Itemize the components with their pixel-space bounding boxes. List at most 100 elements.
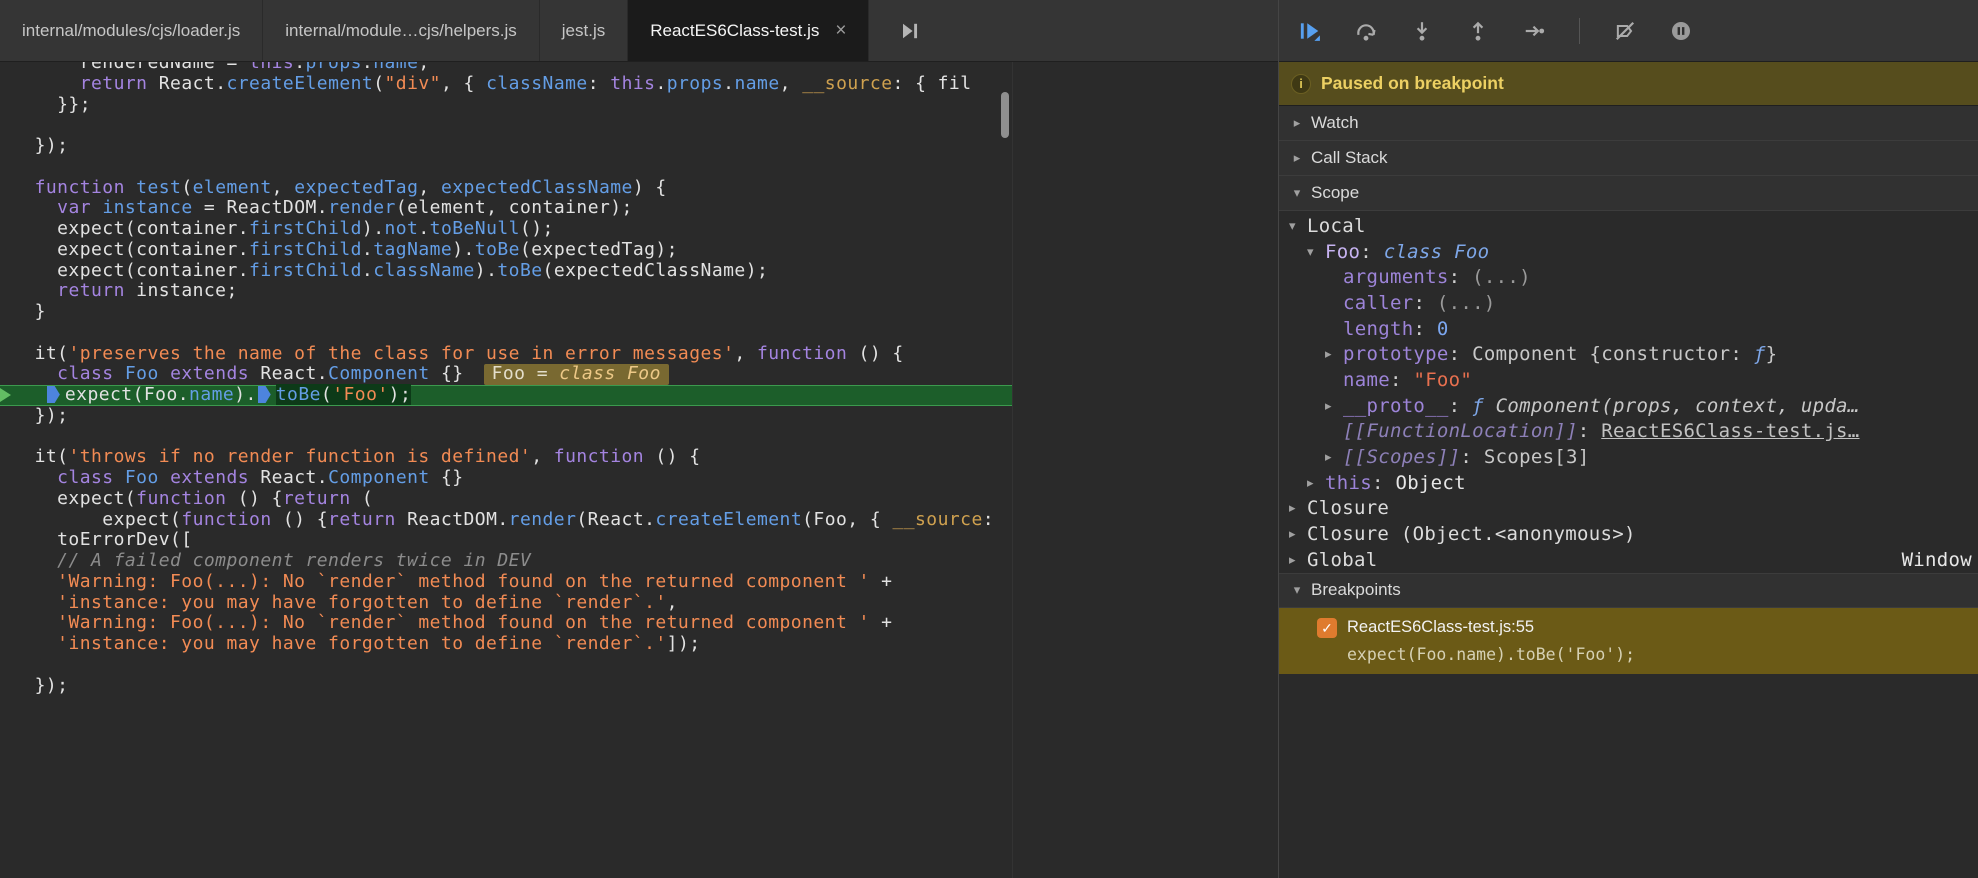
tab-label: internal/module…cjs/helpers.js	[285, 20, 517, 40]
code-line[interactable]: it('preserves the name of the class for …	[0, 343, 1012, 365]
code-line[interactable]	[0, 115, 1012, 136]
tab-jest-js[interactable]: jest.js	[540, 0, 629, 61]
code-line[interactable]: class Foo extends React.Component {}	[0, 467, 1012, 489]
disclosure-triangle-icon[interactable]: ▸	[1289, 500, 1307, 516]
disclosure-triangle-icon[interactable]: ▸	[1307, 475, 1325, 491]
section-watch[interactable]: ▸ Watch	[1279, 106, 1978, 141]
scope-tree-row[interactable]: length: 0	[1279, 316, 1978, 342]
code-line[interactable]	[0, 157, 1012, 178]
scope-tree-row[interactable]: ▸ [[Scopes]]: Scopes[3]	[1279, 444, 1978, 470]
code-line[interactable]: function test(element, expectedTag, expe…	[0, 177, 1012, 199]
scope-row-text: this: Object	[1325, 471, 1466, 494]
continue-to-here-marker-icon[interactable]	[257, 386, 271, 403]
resume-icon[interactable]	[1299, 20, 1321, 42]
paused-banner: i Paused on breakpoint	[1279, 62, 1978, 106]
code-line[interactable]: toErrorDev([	[0, 529, 1012, 551]
disclosure-triangle-icon[interactable]: ▸	[1325, 398, 1343, 414]
scope-tree-row[interactable]: ▸ Closure (Object.<anonymous>)	[1279, 521, 1978, 547]
editor-scrollbar-thumb[interactable]	[1001, 92, 1009, 138]
step-out-icon[interactable]	[1467, 20, 1489, 42]
scope-tree-row[interactable]: ▸ Global Window	[1279, 547, 1978, 573]
disclosure-triangle-icon[interactable]: ▾	[1289, 185, 1305, 201]
code-line[interactable]: 'Warning: Foo(...): No `render` method f…	[0, 571, 1012, 593]
scope-tree-row[interactable]: arguments: (...)	[1279, 264, 1978, 290]
scope-tree-row[interactable]: caller: (...)	[1279, 290, 1978, 316]
step-into-icon[interactable]	[1411, 20, 1433, 42]
source-link[interactable]: ReactES6Class-test.js…	[1601, 420, 1859, 442]
disclosure-triangle-icon[interactable]: ▸	[1289, 115, 1305, 131]
scope-tree-row[interactable]: ▸ prototype: Component {constructor: ƒ}	[1279, 341, 1978, 367]
scope-tree-row[interactable]: ▸ Closure	[1279, 496, 1978, 522]
tab-label: ReactES6Class-test.js	[650, 20, 820, 40]
code-line[interactable]: expect(container.firstChild.className).t…	[0, 260, 1012, 282]
code-line[interactable]: 'instance: you may have forgotten to def…	[0, 633, 1012, 655]
paused-banner-text: Paused on breakpoint	[1321, 73, 1504, 93]
scope-tree-row[interactable]: ▾ Local	[1279, 213, 1978, 239]
code-line[interactable]: }};	[0, 94, 1012, 116]
close-icon[interactable]: ×	[835, 20, 846, 42]
scope-tree-row[interactable]: name: "Foo"	[1279, 367, 1978, 393]
tab-label: jest.js	[561, 20, 606, 40]
code-line[interactable]: expect(function () {return ReactDOM.rend…	[0, 509, 1012, 531]
code-line[interactable]: 'instance: you may have forgotten to def…	[0, 592, 1012, 614]
source-editor[interactable]: renderedName = this.props.name; return R…	[0, 62, 1012, 878]
deactivate-breakpoints-icon[interactable]	[1614, 20, 1636, 42]
code-line[interactable]: expect(function () {return (	[0, 488, 1012, 510]
disclosure-triangle-icon[interactable]: ▸	[1325, 346, 1343, 362]
code-line[interactable]: });	[0, 135, 1012, 157]
code-line[interactable]: });	[0, 405, 1012, 427]
code-line[interactable]: // A failed component renders twice in D…	[0, 550, 1012, 572]
code-line[interactable]	[0, 655, 1012, 676]
breakpoint-entry[interactable]: ✓ ReactES6Class-test.js:55 expect(Foo.na…	[1279, 607, 1978, 674]
code-line[interactable]	[0, 323, 1012, 344]
code-line[interactable]: class Foo extends React.Component {} Foo …	[0, 363, 1012, 385]
tab-internal-module-cjs-helpers-js[interactable]: internal/module…cjs/helpers.js	[263, 0, 540, 61]
code-line[interactable]: return instance;	[0, 280, 1012, 302]
scope-tree-row[interactable]: ▸ __proto__: ƒ Component(props, context, …	[1279, 393, 1978, 419]
step-over-icon[interactable]	[1355, 20, 1377, 42]
scope-row-text: Global	[1307, 548, 1378, 571]
disclosure-triangle-icon[interactable]: ▸	[1289, 552, 1307, 568]
code-line[interactable]: it('throws if no render function is defi…	[0, 446, 1012, 468]
code-line[interactable]	[0, 427, 1012, 448]
code-line[interactable]: return React.createElement("div", { clas…	[0, 73, 1012, 95]
code-line[interactable]: var instance = ReactDOM.render(element, …	[0, 197, 1012, 219]
code-line[interactable]: });	[0, 675, 1012, 697]
code-line[interactable]: }	[0, 301, 1012, 323]
disclosure-triangle-icon[interactable]: ▾	[1289, 582, 1305, 598]
scope-tree-row[interactable]: [[FunctionLocation]]: ReactES6Class-test…	[1279, 419, 1978, 445]
tab-label: internal/modules/cjs/loader.js	[22, 20, 241, 40]
disclosure-triangle-icon[interactable]: ▾	[1307, 244, 1325, 260]
continue-to-here-marker-icon[interactable]	[46, 386, 60, 403]
disclosure-triangle-icon[interactable]: ▸	[1289, 526, 1307, 542]
section-call-stack[interactable]: ▸ Call Stack	[1279, 141, 1978, 176]
code-line[interactable]: 'Warning: Foo(...): No `render` method f…	[0, 612, 1012, 634]
scope-row-text: arguments: (...)	[1343, 266, 1531, 289]
disclosure-triangle-icon[interactable]: ▸	[1289, 150, 1305, 166]
breakpoint-checkbox[interactable]: ✓	[1317, 617, 1337, 638]
scope-tree-row[interactable]: ▸ this: Object	[1279, 470, 1978, 496]
scope-row-text: length: 0	[1343, 317, 1449, 340]
code-line[interactable]: expect(container.firstChild).not.toBeNul…	[0, 218, 1012, 240]
scope-row-text: prototype: Component {constructor: ƒ}	[1343, 343, 1778, 366]
pause-on-exceptions-icon[interactable]	[1670, 20, 1692, 42]
scope-row-text: caller: (...)	[1343, 291, 1496, 314]
section-scope[interactable]: ▾ Scope	[1279, 176, 1978, 211]
scope-row-text: name: "Foo"	[1343, 368, 1473, 391]
section-breakpoints[interactable]: ▾ Breakpoints	[1279, 572, 1978, 608]
more-tabs-icon[interactable]	[897, 19, 921, 43]
debugger-toolbar	[1279, 0, 1978, 62]
disclosure-triangle-icon[interactable]: ▸	[1325, 449, 1343, 465]
tab-reactes6class-test-js[interactable]: ReactES6Class-test.js ×	[628, 0, 870, 61]
tab-internal-modules-cjs-loader-js[interactable]: internal/modules/cjs/loader.js	[0, 0, 264, 61]
scope-right-value: Window	[1901, 548, 1972, 571]
disclosure-triangle-icon[interactable]: ▾	[1289, 218, 1307, 234]
execution-line[interactable]: expect(Foo.name). toBe('Foo');	[0, 384, 1012, 406]
breakpoint-code: expect(Foo.name).toBe('Foo');	[1347, 644, 1636, 664]
code-line[interactable]: expect(container.firstChild.tagName).toB…	[0, 239, 1012, 261]
scope-row-text: [[Scopes]]: Scopes[3]	[1343, 446, 1590, 469]
code-content: renderedName = this.props.name; return R…	[0, 62, 1012, 696]
step-icon[interactable]	[1523, 20, 1545, 42]
section-scope-label: Scope	[1311, 183, 1360, 202]
scope-tree-row[interactable]: ▾ Foo: class Foo	[1279, 239, 1978, 265]
